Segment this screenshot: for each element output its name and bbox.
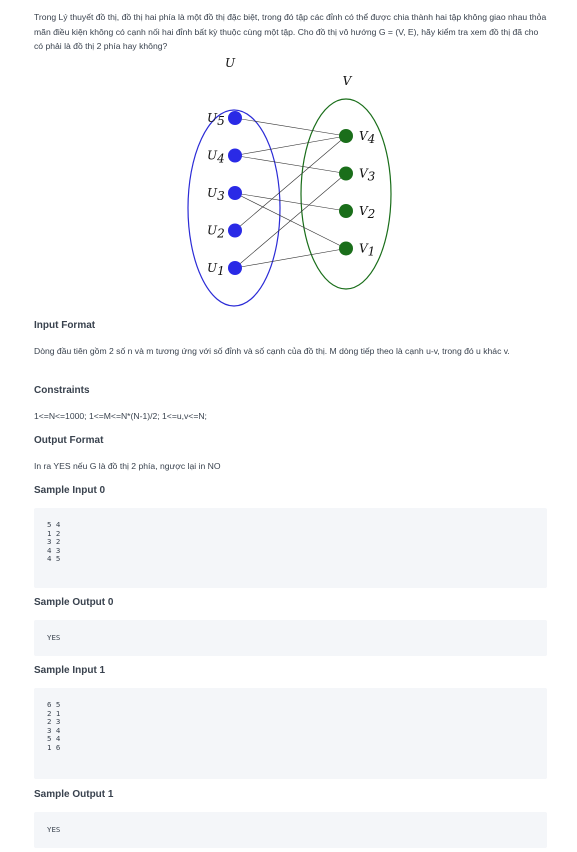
graph-edge-u4-v4 bbox=[234, 135, 347, 156]
code-line: 2 3 bbox=[47, 717, 61, 727]
vertex-label-v3: V3 bbox=[359, 167, 376, 184]
vertex-label-u3: U3 bbox=[207, 186, 225, 203]
code-line: 3 4 bbox=[47, 725, 61, 735]
right-set-ellipse bbox=[300, 98, 392, 290]
code-line: 5 4 bbox=[47, 520, 61, 529]
output-format-text: In ra YES nếu G là đồ thị 2 phía, ngược … bbox=[34, 461, 221, 471]
vertex-label-v1: V1 bbox=[359, 242, 375, 259]
graph-edge-u3-v2 bbox=[234, 192, 347, 212]
output-format-heading: Output Format bbox=[34, 435, 104, 446]
vertex-v3 bbox=[339, 166, 353, 181]
constraints-text: 1<=N<=1000; 1<=M<=N*(N-1)/2; 1<=u,v<=N; bbox=[34, 411, 207, 421]
sample-input-0-code[interactable]: 5 4 1 2 3 2 4 3 4 5 bbox=[34, 508, 547, 588]
vertex-v4 bbox=[339, 129, 353, 143]
vertex-u2 bbox=[228, 223, 242, 238]
vertex-label-v2: V2 bbox=[359, 204, 375, 221]
code-line: 1 6 bbox=[47, 742, 61, 752]
graph-edges bbox=[234, 117, 347, 269]
vertex-label-u1: U1 bbox=[207, 261, 225, 278]
vertex-u3 bbox=[228, 186, 242, 200]
code-line: 2 1 bbox=[47, 708, 61, 718]
graph-edge-u1-v1 bbox=[234, 248, 347, 269]
code-line: YES bbox=[47, 633, 61, 642]
sample-output-0-code[interactable]: YES bbox=[34, 620, 547, 656]
sample-output-1-code[interactable]: YES bbox=[34, 812, 547, 848]
bipartite-graph-figure: U V U5U4U3U2U1V4V3V2V1 bbox=[187, 56, 392, 307]
vertex-u4 bbox=[228, 148, 242, 163]
code-line: 6 5 bbox=[47, 700, 61, 709]
code-line: 1 2 bbox=[47, 528, 61, 538]
code-line: 3 2 bbox=[47, 537, 61, 547]
vertex-label-u2: U2 bbox=[207, 224, 225, 241]
sample-input-1-heading: Sample Input 1 bbox=[34, 665, 106, 676]
sample-output-0-heading: Sample Output 0 bbox=[34, 597, 114, 608]
graph-edge-u2-v4 bbox=[234, 135, 347, 231]
right-set-label: V bbox=[343, 74, 353, 88]
input-format-heading: Input Format bbox=[34, 320, 96, 331]
vertex-label-v4: V4 bbox=[359, 129, 375, 146]
code-line: 4 3 bbox=[47, 545, 61, 555]
problem-statement: Trong Lý thuyết đồ thị, đồ thị hai phía … bbox=[34, 12, 547, 52]
graph-edge-u4-v3 bbox=[234, 155, 347, 174]
code-line: YES bbox=[47, 825, 61, 834]
left-set-label: U bbox=[225, 56, 236, 70]
code-line: 4 5 bbox=[47, 554, 61, 564]
left-set-ellipse bbox=[187, 109, 281, 307]
graph-edge-u5-v4 bbox=[234, 117, 347, 137]
vertex-u5 bbox=[228, 111, 242, 125]
vertex-v1 bbox=[339, 241, 353, 256]
input-format-text: Dòng đầu tiên gồm 2 số n và m tương ứng … bbox=[34, 346, 510, 356]
graph-vertices: U5U4U3U2U1V4V3V2V1 bbox=[207, 111, 376, 278]
graph-edge-u1-v3 bbox=[234, 173, 347, 269]
code-line: 5 4 bbox=[47, 734, 61, 744]
vertex-label-u4: U4 bbox=[207, 149, 225, 166]
constraints-heading: Constraints bbox=[34, 385, 90, 396]
sample-input-1-code[interactable]: 6 5 2 1 2 3 3 4 5 4 1 6 bbox=[34, 688, 547, 779]
sample-input-0-heading: Sample Input 0 bbox=[34, 485, 106, 496]
sample-output-1-heading: Sample Output 1 bbox=[34, 789, 114, 800]
vertex-v2 bbox=[339, 204, 353, 218]
vertex-u1 bbox=[228, 261, 242, 275]
